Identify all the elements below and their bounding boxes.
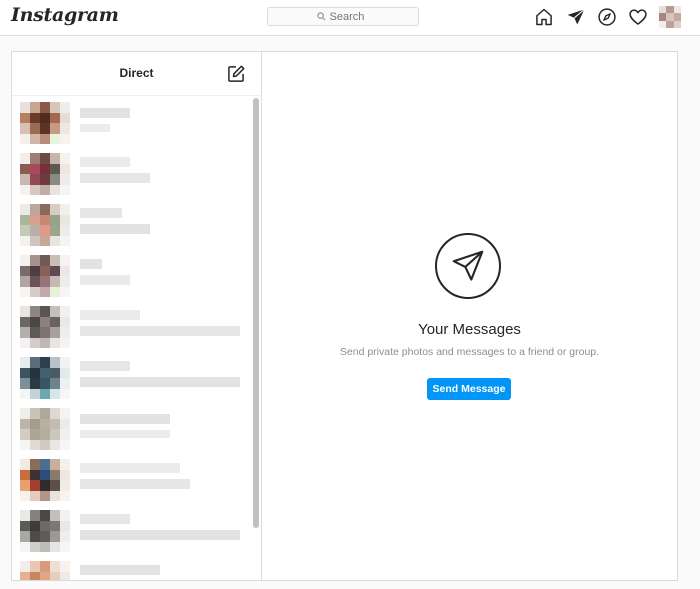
conversation-avatar bbox=[20, 408, 70, 450]
thread-list bbox=[12, 96, 252, 580]
conversation-name-redacted bbox=[80, 208, 122, 218]
search-box[interactable] bbox=[267, 7, 419, 26]
search-icon bbox=[316, 12, 325, 21]
thread-list-scrollbar[interactable] bbox=[252, 96, 261, 580]
conversation-name-redacted bbox=[80, 361, 130, 371]
conversation-preview-redacted bbox=[80, 224, 150, 234]
conversation-avatar bbox=[20, 561, 70, 580]
profile-avatar[interactable] bbox=[659, 6, 681, 28]
conversation-item[interactable] bbox=[12, 402, 252, 453]
search-input[interactable] bbox=[329, 10, 370, 23]
conversation-avatar bbox=[20, 204, 70, 246]
conversation-item[interactable] bbox=[12, 198, 252, 249]
conversation-item[interactable] bbox=[12, 504, 252, 555]
conversation-item[interactable] bbox=[12, 96, 252, 147]
conversation-name-redacted bbox=[80, 310, 140, 320]
conversation-preview-redacted bbox=[80, 530, 240, 540]
conversation-avatar bbox=[20, 306, 70, 348]
conversation-name-redacted bbox=[80, 157, 130, 167]
conversation-preview-redacted bbox=[80, 124, 110, 132]
conversation-preview-redacted bbox=[80, 275, 130, 285]
empty-state-subtitle: Send private photos and messages to a fr… bbox=[339, 346, 600, 358]
messages-empty-state: Your Messages Send private photos and me… bbox=[261, 51, 678, 581]
conversation-item[interactable] bbox=[12, 147, 252, 198]
conversation-name-redacted bbox=[80, 108, 130, 118]
send-message-button[interactable]: Send Message bbox=[427, 378, 511, 400]
explore-icon[interactable] bbox=[597, 7, 617, 27]
conversation-preview-redacted bbox=[80, 377, 240, 387]
instagram-logo[interactable]: Instagram bbox=[11, 4, 119, 26]
scrollbar-thumb[interactable] bbox=[253, 98, 259, 528]
conversation-avatar bbox=[20, 153, 70, 195]
conversation-name-redacted bbox=[80, 414, 170, 424]
inbox-header: Direct bbox=[12, 52, 261, 96]
conversation-item[interactable] bbox=[12, 453, 252, 504]
conversation-item[interactable] bbox=[12, 351, 252, 402]
conversation-preview-redacted bbox=[80, 479, 190, 489]
conversation-avatar bbox=[20, 102, 70, 144]
inbox-panel: Direct bbox=[11, 51, 261, 581]
new-message-icon[interactable] bbox=[226, 64, 246, 84]
conversation-avatar bbox=[20, 357, 70, 399]
activity-heart-icon[interactable] bbox=[628, 7, 648, 27]
conversation-preview-redacted bbox=[80, 173, 150, 183]
conversation-name-redacted bbox=[80, 259, 102, 269]
home-icon[interactable] bbox=[534, 7, 554, 27]
conversation-name-redacted bbox=[80, 565, 160, 575]
top-navigation-bar: Instagram bbox=[0, 0, 700, 36]
empty-state-title: Your Messages bbox=[418, 321, 521, 338]
conversation-preview-redacted bbox=[80, 430, 170, 438]
conversation-preview-redacted bbox=[80, 326, 240, 336]
direct-icon[interactable] bbox=[566, 7, 586, 27]
conversation-avatar bbox=[20, 255, 70, 297]
inbox-title: Direct bbox=[119, 66, 154, 80]
conversation-item[interactable] bbox=[12, 300, 252, 351]
conversation-avatar bbox=[20, 510, 70, 552]
conversation-item[interactable] bbox=[12, 555, 252, 580]
conversation-item[interactable] bbox=[12, 249, 252, 300]
conversation-avatar bbox=[20, 459, 70, 501]
conversation-name-redacted bbox=[80, 463, 180, 473]
conversation-name-redacted bbox=[80, 514, 130, 524]
paper-plane-icon bbox=[435, 233, 501, 299]
